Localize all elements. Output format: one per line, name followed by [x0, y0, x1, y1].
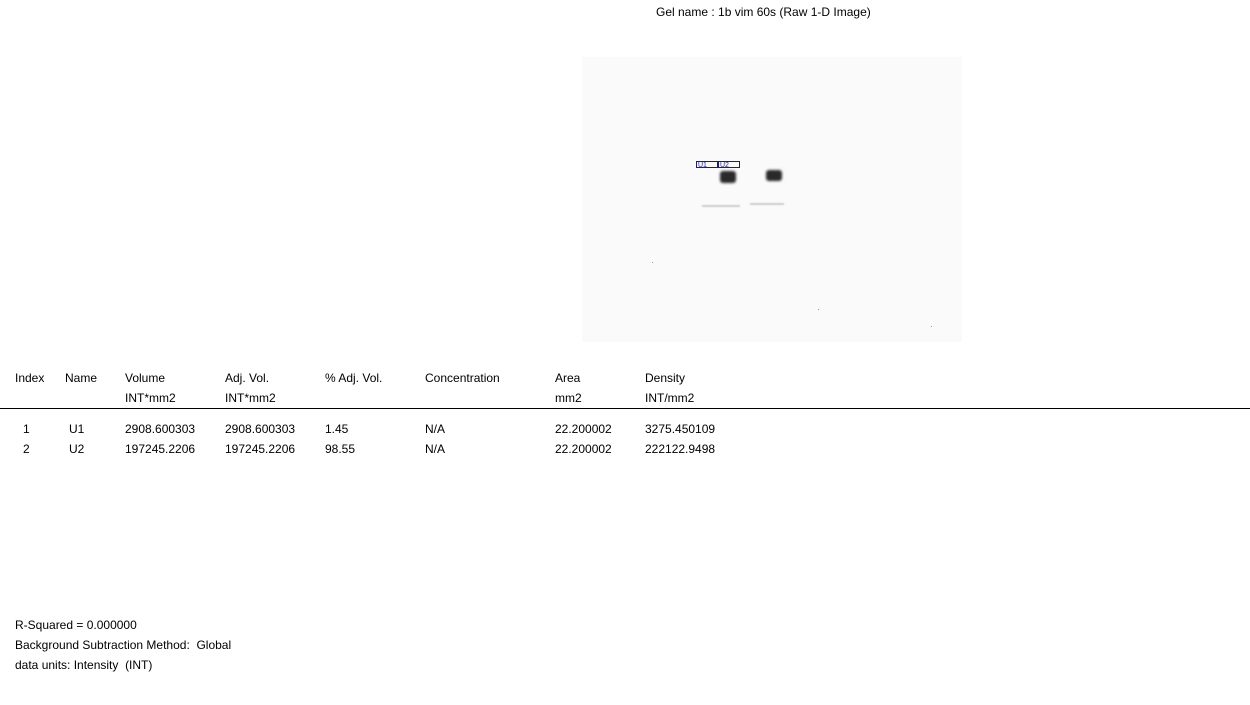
col-header-adj-vol: Adj. Vol. [225, 371, 270, 385]
data-units-text: data units: Intensity (INT) [15, 658, 153, 672]
roi-box-u1[interactable]: U1 [696, 161, 718, 168]
col-header-name: Name [65, 371, 98, 385]
cell-volume: 197245.2206 [125, 442, 196, 456]
col-unit-density: INT/mm2 [645, 391, 695, 405]
r-squared-text: R-Squared = 0.000000 [15, 618, 137, 632]
gel-image: U1 U2 [582, 57, 962, 342]
roi-box-u2[interactable]: U2 [718, 161, 740, 168]
cell-pct-adj-vol: 1.45 [325, 422, 349, 436]
gel-speck [818, 309, 819, 310]
gel-faint-band-1 [702, 205, 740, 207]
cell-concentration: N/A [425, 442, 446, 456]
gel-speck [931, 326, 932, 327]
cell-index: 2 [23, 442, 30, 456]
cell-name: U1 [69, 422, 85, 436]
gel-band-lane-1 [720, 171, 736, 183]
cell-area: 22.200002 [555, 422, 612, 436]
table-header-divider [0, 408, 1250, 409]
cell-pct-adj-vol: 98.55 [325, 442, 356, 456]
cell-volume: 2908.600303 [125, 422, 196, 436]
cell-density: 3275.450109 [645, 422, 716, 436]
gel-speck [652, 262, 653, 263]
background-method-text: Background Subtraction Method: Global [15, 638, 232, 652]
col-header-density: Density [645, 371, 686, 385]
cell-area: 22.200002 [555, 442, 612, 456]
cell-adj-vol: 197245.2206 [225, 442, 296, 456]
cell-adj-vol: 2908.600303 [225, 422, 296, 436]
col-header-index: Index [15, 371, 45, 385]
cell-name: U2 [69, 442, 85, 456]
col-unit-volume: INT*mm2 [125, 391, 176, 405]
gel-band-lane-2 [766, 170, 782, 181]
col-unit-area: mm2 [555, 391, 582, 405]
col-header-area: Area [555, 371, 581, 385]
gel-faint-band-2 [750, 203, 784, 205]
gel-title: Gel name : 1b vim 60s (Raw 1-D Image) [656, 5, 871, 19]
cell-index: 1 [23, 422, 30, 436]
col-header-concentration: Concentration [425, 371, 500, 385]
col-header-volume: Volume [125, 371, 166, 385]
col-unit-adj-vol: INT*mm2 [225, 391, 276, 405]
cell-concentration: N/A [425, 422, 446, 436]
col-header-pct-adj-vol: % Adj. Vol. [325, 371, 383, 385]
cell-density: 222122.9498 [645, 442, 716, 456]
